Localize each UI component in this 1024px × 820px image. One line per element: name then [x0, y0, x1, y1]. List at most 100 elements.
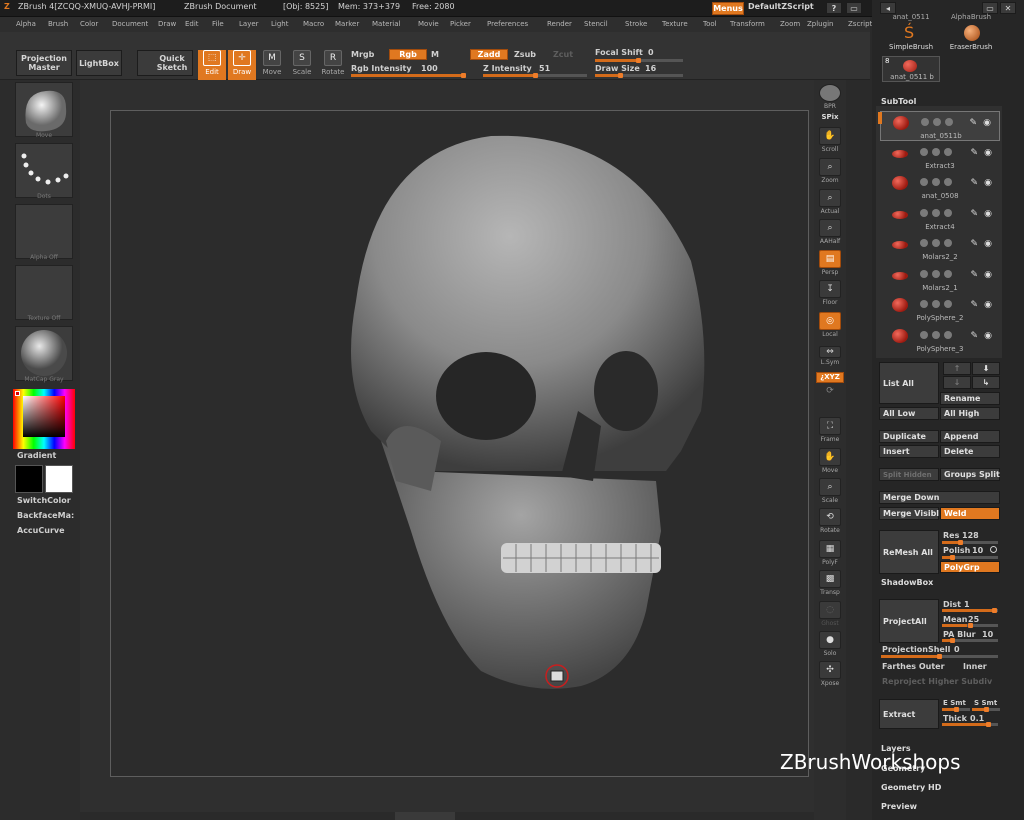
menu-color[interactable]: Color: [80, 20, 98, 28]
color-picker[interactable]: [13, 389, 75, 449]
zadd-button[interactable]: Zadd: [470, 49, 508, 60]
alpha-selector[interactable]: [15, 204, 73, 259]
subtool-row[interactable]: ✎ ◉ Molars2_2: [880, 233, 1000, 263]
menu-preferences[interactable]: Preferences: [487, 20, 528, 28]
projection-master-button[interactable]: Projection Master: [16, 50, 72, 76]
accucurve-button[interactable]: AccuCurve: [17, 526, 65, 535]
subtool-toggle-icon[interactable]: [920, 208, 928, 217]
menu-light[interactable]: Light: [271, 20, 288, 28]
scale-mode-button[interactable]: S Scale: [288, 50, 316, 80]
subtool-visibility-eye-icon[interactable]: ◉: [984, 209, 992, 219]
menu-macro[interactable]: Macro: [303, 20, 324, 28]
rotate-mode-button[interactable]: R Rotate: [319, 50, 347, 80]
zcut-button[interactable]: Zcut: [553, 50, 573, 59]
subtool-visibility-eye-icon[interactable]: ◉: [984, 148, 992, 158]
rename-button[interactable]: Rename: [940, 392, 1000, 405]
preview-menu[interactable]: Preview: [881, 802, 917, 811]
shadowbox-button[interactable]: ShadowBox: [881, 578, 933, 587]
menu-brush[interactable]: Brush: [48, 20, 68, 28]
zsub-button[interactable]: Zsub: [514, 50, 536, 59]
subtool-row[interactable]: ✎ ◉ Extract3: [880, 142, 1000, 172]
zoom-button[interactable]: ⌕ Zoom: [816, 158, 844, 184]
mrgb-button[interactable]: Mrgb: [351, 50, 374, 59]
e-smooth-slider[interactable]: [942, 707, 970, 712]
secondary-color-swatch[interactable]: [15, 465, 43, 493]
ghost-button[interactable]: ◌ Ghost: [816, 601, 844, 627]
lsym-button[interactable]: ⇔ L.Sym: [816, 346, 844, 366]
menu-file[interactable]: File: [212, 20, 224, 28]
projectall-button[interactable]: ProjectAll: [879, 599, 939, 643]
menu-marker[interactable]: Marker: [335, 20, 359, 28]
subtool-row[interactable]: ✎ ◉ PolySphere_3: [880, 325, 1000, 355]
quick-sketch-button[interactable]: Quick Sketch: [137, 50, 193, 76]
rotate-axis-icon[interactable]: ⟳: [816, 386, 844, 396]
lightbox-button[interactable]: LightBox: [76, 50, 122, 76]
menu-zscript[interactable]: Zscript: [848, 20, 872, 28]
subtool-visibility-eye-icon[interactable]: ◉: [983, 118, 991, 128]
rgb-intensity-slider[interactable]: [351, 73, 466, 78]
delete-button[interactable]: Delete: [940, 445, 1000, 458]
list-all-button[interactable]: List All: [879, 362, 939, 404]
main-color-swatch[interactable]: [45, 465, 73, 493]
subtool-toggle-icon[interactable]: [944, 330, 952, 339]
layout-icon[interactable]: ▭: [846, 2, 862, 14]
transp-button[interactable]: ▩ Transp: [816, 570, 844, 596]
frame-button[interactable]: ⛶ Frame: [816, 417, 844, 443]
aahalf-button[interactable]: ⌕ AAHalf: [816, 219, 844, 245]
arrow-down-icon[interactable]: ⬇: [972, 362, 1000, 375]
current-tool-thumb[interactable]: 8 anat_0511 b: [882, 56, 940, 82]
subtool-toggle-icon[interactable]: [932, 239, 940, 247]
bottom-shelf-toggle[interactable]: [395, 812, 455, 820]
menu-render[interactable]: Render: [547, 20, 572, 28]
m-button[interactable]: M: [431, 50, 439, 59]
mean-slider[interactable]: [942, 623, 998, 628]
subtool-toggle-icon[interactable]: [921, 118, 929, 126]
menu-transform[interactable]: Transform: [730, 20, 765, 28]
pa-blur-slider[interactable]: [942, 638, 998, 643]
subtool-toggle-icon[interactable]: [944, 269, 952, 278]
arrow-left-dim-icon[interactable]: ↓: [943, 376, 971, 389]
subtool-toggle-icon[interactable]: [932, 300, 940, 308]
menu-layer[interactable]: Layer: [239, 20, 259, 28]
simplebrush-icon[interactable]: Ś: [904, 23, 914, 42]
subtool-toggle-icon[interactable]: [920, 178, 928, 186]
subtool-toggle-icon[interactable]: [932, 269, 940, 278]
default-zscript-button[interactable]: DefaultZScript: [748, 2, 814, 11]
duplicate-button[interactable]: Duplicate: [879, 430, 939, 443]
z-intensity-slider[interactable]: [483, 73, 587, 78]
arrow-right-icon[interactable]: ↳: [972, 376, 1000, 389]
inner-button[interactable]: Inner: [963, 662, 987, 671]
brush-selector[interactable]: [15, 82, 73, 137]
rotate-view-button[interactable]: ⟲ Rotate: [816, 508, 844, 534]
menu-movie[interactable]: Movie: [418, 20, 439, 28]
subtool-brush-icon[interactable]: ✎: [970, 270, 978, 280]
menu-picker[interactable]: Picker: [450, 20, 471, 28]
menus-button[interactable]: Menus: [712, 2, 744, 15]
gradient-label[interactable]: Gradient: [17, 451, 56, 460]
arrow-up-dim-icon[interactable]: ↑: [943, 362, 971, 375]
all-high-button[interactable]: All High: [940, 407, 1000, 420]
farthest-outer-button[interactable]: Farthes Outer: [882, 662, 945, 671]
thick-slider[interactable]: [942, 722, 998, 727]
scale-view-button[interactable]: ⌕ Scale: [816, 478, 844, 504]
subtool-row[interactable]: ✎ ◉ Molars2_1: [880, 264, 1000, 294]
subtool-toggle-icon[interactable]: [944, 178, 952, 186]
subtool-brush-icon[interactable]: ✎: [970, 239, 978, 249]
eraserbrush-icon[interactable]: [964, 25, 980, 41]
polish-slider[interactable]: [942, 555, 998, 560]
subtool-toggle-icon[interactable]: [920, 239, 928, 247]
subtool-visibility-eye-icon[interactable]: ◉: [984, 300, 992, 310]
subtool-toggle-icon[interactable]: [920, 269, 928, 278]
subtool-toggle-icon[interactable]: [944, 239, 952, 247]
s-smooth-slider[interactable]: [972, 707, 1000, 712]
subtool-visibility-eye-icon[interactable]: ◉: [984, 239, 992, 249]
menu-material[interactable]: Material: [372, 20, 400, 28]
help-icon[interactable]: ?: [826, 2, 842, 14]
subtool-toggle-icon[interactable]: [932, 147, 940, 156]
draw-mode-button[interactable]: ✛ Draw: [228, 50, 256, 80]
subtool-brush-icon[interactable]: ✎: [970, 148, 978, 158]
subtool-visibility-eye-icon[interactable]: ◉: [984, 331, 992, 341]
subtool-row[interactable]: ✎ ◉ anat_0508: [880, 172, 1000, 202]
menu-draw[interactable]: Draw: [158, 20, 176, 28]
persp-button[interactable]: ▤ Persp: [816, 250, 844, 276]
